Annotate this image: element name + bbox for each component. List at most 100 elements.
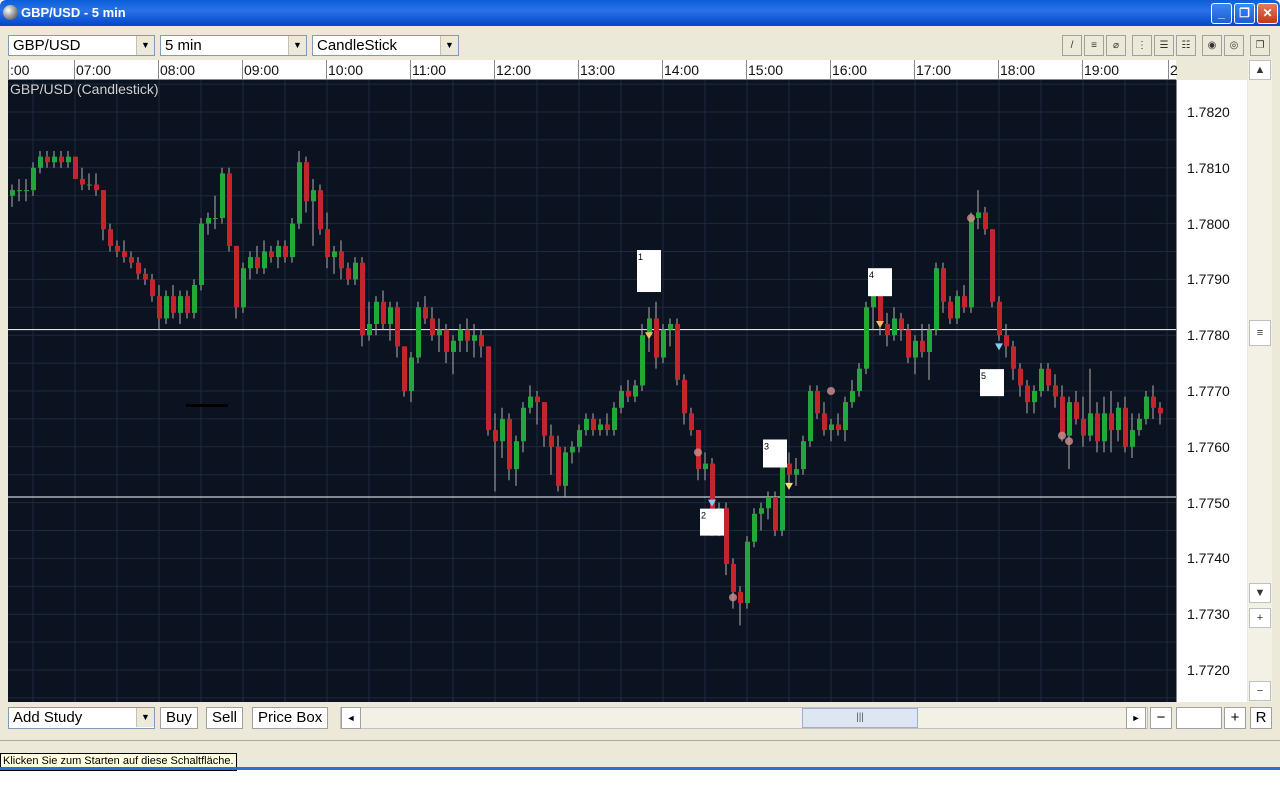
signal-triangle	[876, 321, 884, 329]
candle-body	[976, 212, 981, 219]
candle-body	[570, 446, 575, 453]
candle-body	[143, 273, 148, 280]
zoom-in-time-button[interactable]: +	[1224, 707, 1246, 729]
time-tick	[830, 60, 831, 79]
candle-body	[752, 513, 757, 542]
chart-style-select[interactable]: CandleStick ▼	[312, 35, 459, 56]
price-tick-label: 1.7750	[1187, 494, 1230, 511]
zoom-in-button[interactable]: +	[1249, 608, 1271, 628]
signal-dot	[694, 448, 702, 457]
price-axis[interactable]: 1.7820 1.7810 1.7800 1.7790 1.7780 1.7770 1.77…	[1176, 80, 1247, 702]
candle-body	[920, 340, 925, 352]
vertical-scroll-thumb[interactable]: ≡	[1249, 320, 1271, 346]
scroll-down-button[interactable]: ▼	[1249, 583, 1271, 603]
horizontal-scroll-thumb[interactable]: |||	[802, 708, 918, 728]
candle-body	[465, 329, 470, 341]
scroll-right-button[interactable]: ►	[1126, 707, 1146, 729]
candle-body	[787, 463, 792, 475]
symbol-select[interactable]: GBP/USD ▼	[8, 35, 155, 56]
horizontal-scrollbar[interactable]	[340, 707, 1148, 729]
price-tick-label: 1.7780	[1187, 327, 1230, 344]
minimize-button[interactable]: _	[1211, 3, 1232, 24]
candle-body	[73, 156, 78, 179]
grid-tool-icon[interactable]: ⋮	[1132, 35, 1152, 56]
signal-dot	[1065, 437, 1073, 446]
chevron-down-icon[interactable]: ▼	[440, 36, 458, 55]
candle-body	[1074, 402, 1079, 419]
channel-tool-icon[interactable]: ☷	[1176, 35, 1196, 56]
price-tick-label: 1.7810	[1187, 159, 1230, 176]
buy-button[interactable]: Buy	[160, 707, 198, 729]
eraser-tool-icon[interactable]: ⌀	[1106, 35, 1126, 56]
time-tick-label: 17:00	[916, 62, 952, 78]
candle-body	[633, 385, 638, 397]
candle-body	[563, 452, 568, 486]
time-tick-label: 07:00	[76, 62, 112, 78]
detach-chart-icon[interactable]: ❐	[1250, 35, 1270, 56]
candle-body	[815, 391, 820, 414]
signal-dot	[827, 387, 835, 395]
chart-panel[interactable]: 1 2 3 4 5	[0, 80, 1176, 702]
zoom-out-button[interactable]: −	[1249, 681, 1271, 701]
candle-body	[248, 257, 253, 269]
chevron-down-icon[interactable]: ▼	[136, 708, 154, 727]
window-titlebar[interactable]: GBP/USD - 5 min _ ❐ ✕	[0, 0, 1280, 26]
candle-body	[675, 324, 680, 380]
candlestick-chart[interactable]: 1 2 3 4 5	[0, 80, 1176, 702]
candle-body	[269, 251, 274, 258]
candle-body	[367, 324, 372, 336]
vertical-scrollbar[interactable]	[1248, 60, 1272, 702]
candle-body	[990, 229, 995, 302]
candle-body	[241, 268, 246, 308]
chevron-down-icon[interactable]: ▼	[288, 36, 306, 55]
price-box-button[interactable]: Price Box	[252, 707, 329, 729]
candle-body	[745, 541, 750, 604]
chart-style-value: CandleStick	[317, 37, 398, 54]
sell-button[interactable]: Sell	[206, 707, 244, 729]
candle-body	[1102, 413, 1107, 442]
candle-body	[885, 324, 890, 336]
candle-body	[416, 307, 421, 358]
candle-body	[381, 301, 386, 325]
candle-body	[423, 307, 428, 319]
zoom-out-tool-icon[interactable]: ◎	[1224, 35, 1244, 56]
candle-body	[136, 262, 141, 274]
interval-select[interactable]: 5 min ▼	[160, 35, 307, 56]
scroll-left-button[interactable]: ◄	[341, 707, 361, 729]
fib-tool-icon[interactable]: ☰	[1154, 35, 1174, 56]
candle-body	[1088, 413, 1093, 436]
candle-body	[682, 379, 687, 414]
add-study-select[interactable]: Add Study ▼	[8, 707, 155, 729]
trendline-tool-icon[interactable]: /	[1062, 35, 1082, 56]
restore-button[interactable]: ❐	[1234, 3, 1255, 24]
candle-body	[1018, 368, 1023, 386]
candle-body	[962, 296, 967, 308]
candle-body	[339, 251, 344, 269]
candle-body	[535, 396, 540, 403]
candle-body	[234, 245, 239, 308]
zoom-in-tool-icon[interactable]: ◉	[1202, 35, 1222, 56]
candle-body	[311, 190, 316, 202]
zoom-out-time-button[interactable]: −	[1150, 707, 1172, 729]
reset-button[interactable]: R	[1250, 707, 1272, 729]
candle-body	[1151, 396, 1156, 408]
candle-body	[724, 508, 729, 564]
horizontal-line-tool-icon[interactable]: ≡	[1084, 35, 1104, 56]
time-tick	[578, 60, 579, 79]
scroll-up-button[interactable]: ▲	[1249, 60, 1271, 80]
close-button[interactable]: ✕	[1257, 3, 1278, 24]
time-tick-label: 10:00	[328, 62, 364, 78]
time-tick	[998, 60, 999, 79]
candle-body	[507, 418, 512, 470]
candle-body	[577, 430, 582, 447]
candle-body	[346, 268, 351, 280]
chevron-down-icon[interactable]: ▼	[136, 36, 154, 55]
price-tick-label: 1.7770	[1187, 383, 1230, 399]
candle-body	[276, 245, 281, 258]
candle-body	[1067, 402, 1072, 436]
add-study-label: Add Study	[13, 709, 83, 726]
candle-body	[619, 391, 624, 408]
candle-body	[857, 368, 862, 391]
time-tick	[914, 60, 915, 79]
zoom-slider[interactable]	[1176, 707, 1222, 729]
